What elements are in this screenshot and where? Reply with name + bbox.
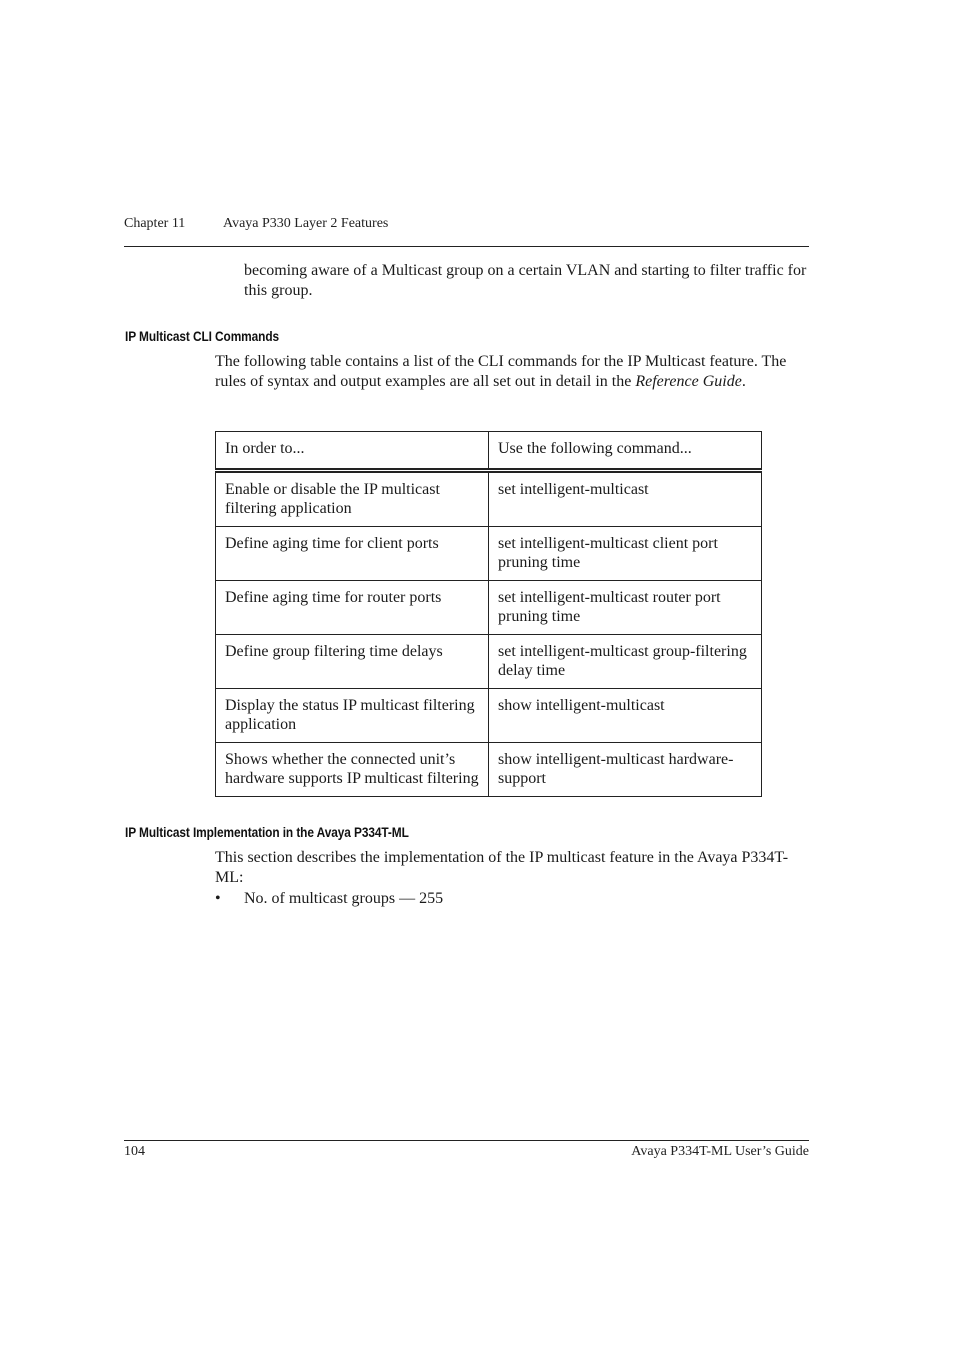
cli-intro-end: .: [741, 372, 746, 390]
column-header-command: Use the following command...: [487, 431, 763, 473]
purpose-cell: Define group filtering time delays: [215, 634, 489, 689]
footer-divider: [124, 1140, 809, 1141]
command-cell: set intelligent-multicast: [487, 470, 763, 527]
column-header-purpose: In order to...: [215, 431, 489, 473]
page-number: 104: [124, 1144, 145, 1159]
intro-paragraph: becoming aware of a Multicast group on a…: [244, 262, 807, 299]
reference-guide-title: Reference Guide: [635, 372, 742, 390]
command-cell: show intelligent-multicast: [487, 688, 763, 743]
command-cell: set intelligent-multicast group-filterin…: [487, 634, 763, 689]
table-row: Define aging time for client ports set i…: [215, 526, 763, 581]
table-row: Shows whether the connected unit’s hardw…: [215, 742, 763, 797]
header-divider: [124, 246, 809, 247]
purpose-cell: Shows whether the connected unit’s hardw…: [215, 742, 489, 797]
bullet-icon: •: [215, 890, 221, 907]
command-cell: set intelligent-multicast router port pr…: [487, 580, 763, 635]
implementation-bullet-list: • No. of multicast groups — 255: [215, 889, 443, 909]
command-cell: set intelligent-multicast client port pr…: [487, 526, 763, 581]
table-row: Define aging time for router ports set i…: [215, 580, 763, 635]
cli-intro-paragraph: The following table contains a list of t…: [215, 352, 811, 391]
purpose-cell: Define aging time for router ports: [215, 580, 489, 635]
section-heading-cli-commands: IP Multicast CLI Commands: [125, 329, 280, 344]
guide-title: Avaya P334T-ML User’s Guide: [631, 1144, 809, 1159]
table-row: Enable or disable the IP multicast filte…: [215, 470, 763, 527]
list-item-text: No. of multicast groups — 255: [244, 890, 444, 907]
table-row: Display the status IP multicast filterin…: [215, 688, 763, 743]
chapter-title: Avaya P330 Layer 2 Features: [223, 216, 389, 231]
running-header: Chapter 11 Avaya P330 Layer 2 Features: [124, 216, 809, 232]
command-cell: show intelligent-multicast hardware-supp…: [487, 742, 763, 797]
implementation-paragraph: This section describes the implementatio…: [215, 849, 789, 886]
table-header-row: In order to... Use the following command…: [215, 431, 763, 473]
section-heading-implementation: IP Multicast Implementation in the Avaya…: [125, 825, 409, 840]
purpose-cell: Enable or disable the IP multicast filte…: [215, 470, 489, 527]
chapter-label: Chapter 11: [124, 216, 186, 231]
purpose-cell: Define aging time for client ports: [215, 526, 489, 581]
table-row: Define group filtering time delays set i…: [215, 634, 763, 689]
cli-commands-table: In order to... Use the following command…: [215, 431, 763, 797]
list-item: • No. of multicast groups — 255: [215, 889, 443, 909]
purpose-cell: Display the status IP multicast filterin…: [215, 688, 489, 743]
